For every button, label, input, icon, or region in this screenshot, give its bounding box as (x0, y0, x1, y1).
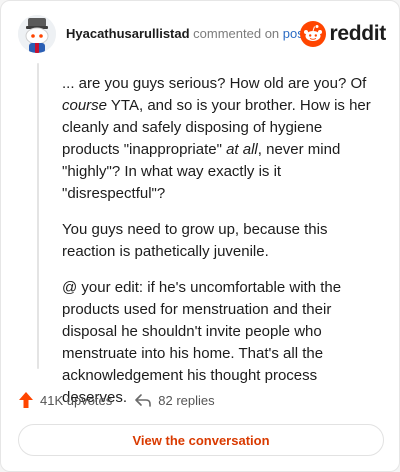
replies-button[interactable]: 82 replies (134, 392, 215, 408)
username-link[interactable]: Hyacathusarullistad (66, 26, 190, 41)
view-conversation-button[interactable]: View the conversation (18, 424, 384, 456)
reddit-logo[interactable]: reddit (300, 21, 386, 47)
action-text: commented on (193, 26, 280, 41)
comment-card: Hyacathusarullistad commented on post re… (0, 0, 400, 472)
comment-actions: 41K upvotes 82 replies (18, 390, 237, 410)
thread-line (37, 63, 39, 369)
reddit-wordmark: reddit (329, 22, 386, 45)
upvote-button[interactable]: 41K upvotes (18, 391, 112, 409)
upvote-arrow-icon (19, 392, 33, 408)
reply-arrow-icon (135, 394, 152, 407)
snoo-avatar-icon[interactable] (18, 15, 56, 53)
comment-paragraph-2: You guys need to grow up, because this r… (62, 221, 328, 260)
comment-paragraph-1: ... are you guys serious? How old are yo… (62, 75, 371, 202)
reply-count: 82 replies (158, 392, 215, 408)
comment-body: ... are you guys serious? How old are yo… (62, 73, 378, 423)
comment-header: Hyacathusarullistad commented on post re… (18, 15, 386, 55)
upvote-count: 41K upvotes (40, 392, 113, 408)
reddit-logo-icon (300, 21, 327, 47)
byline: Hyacathusarullistad commented on post (66, 26, 307, 41)
